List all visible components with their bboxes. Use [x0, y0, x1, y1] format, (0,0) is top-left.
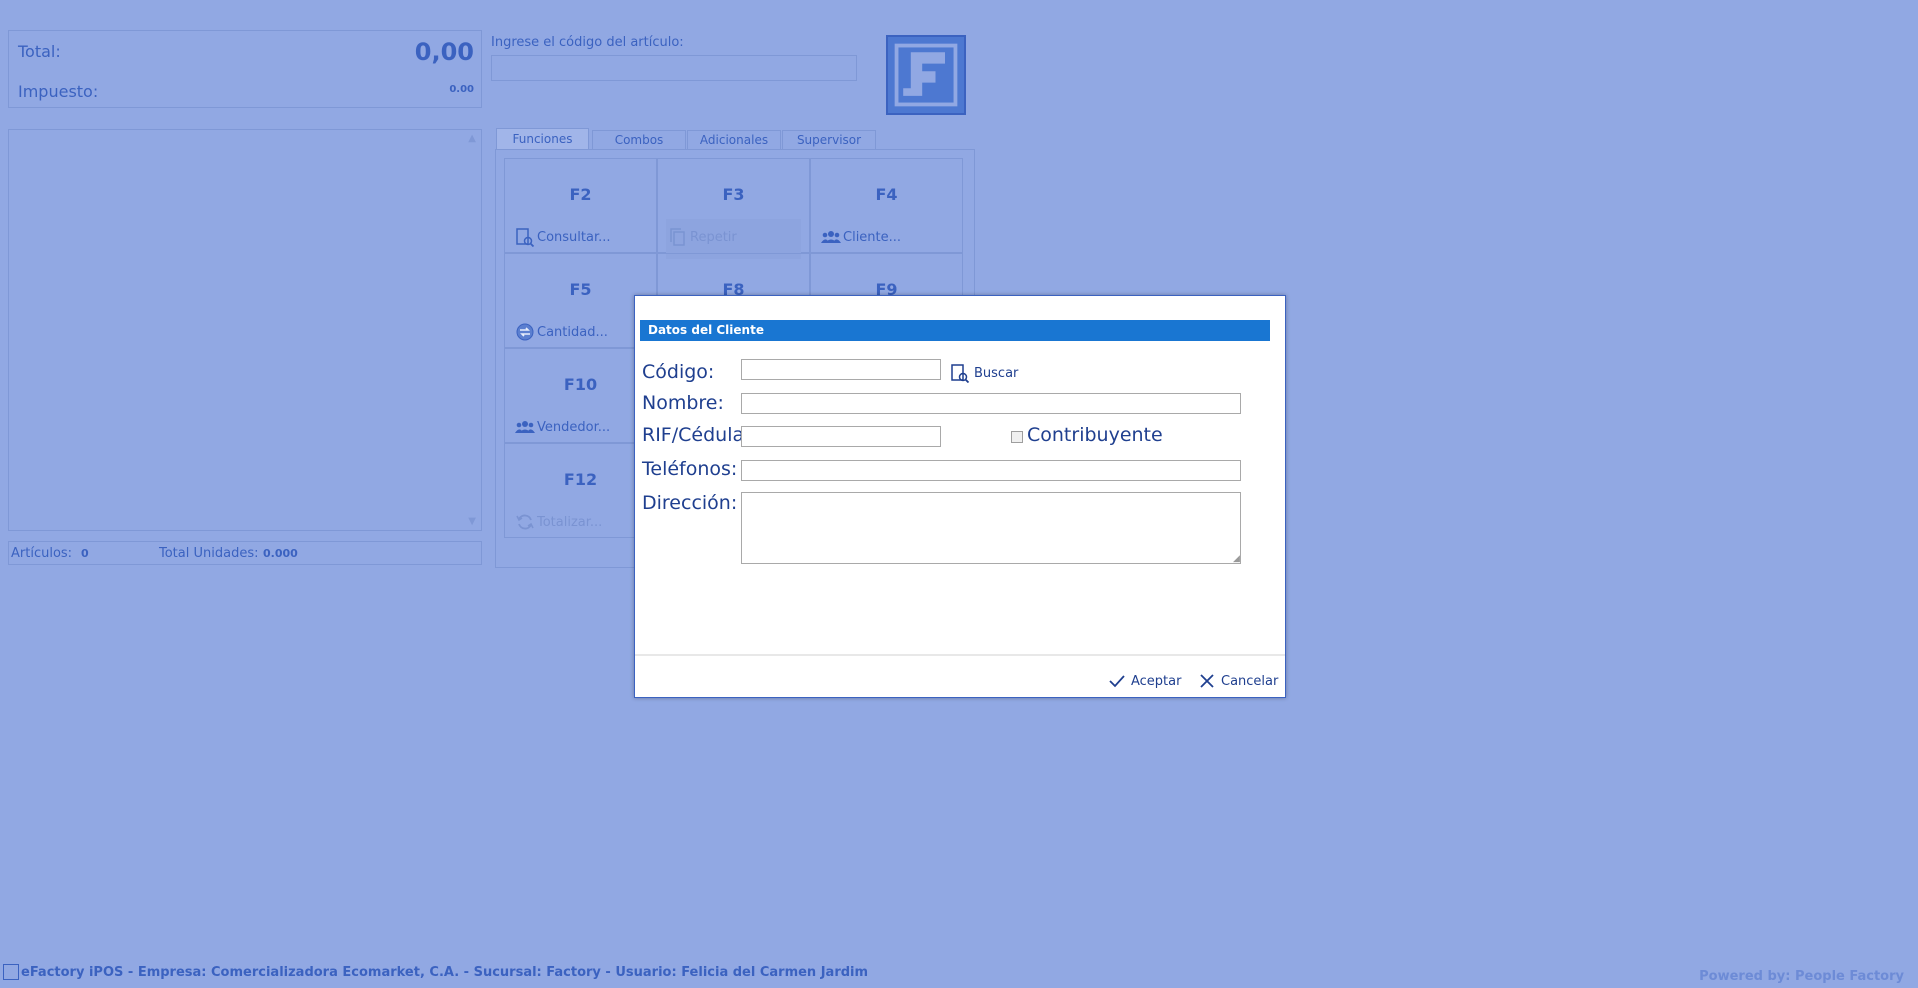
direccion-textarea[interactable] [741, 492, 1241, 564]
function-label: Vendedor... [537, 419, 611, 435]
telefonos-field[interactable] [741, 460, 1241, 481]
powered-by: Powered by: People Factory [1699, 969, 1904, 984]
accept-button[interactable]: Aceptar [1109, 673, 1181, 689]
article-code-input[interactable] [491, 55, 857, 81]
tab-adicionales[interactable]: Adicionales [687, 130, 781, 149]
codigo-label: Código: [642, 361, 715, 383]
function-label: Totalizar... [537, 514, 603, 530]
close-icon [1200, 674, 1214, 688]
contribuyente-checkbox[interactable] [1011, 431, 1023, 443]
function-action[interactable]: Consultar... [515, 227, 611, 247]
function-action[interactable]: Cantidad... [515, 322, 608, 342]
quantity-icon [516, 323, 534, 341]
company-logo [886, 35, 966, 115]
scroll-up-icon[interactable]: ▲ [468, 133, 476, 144]
tab-supervisor[interactable]: Supervisor [782, 130, 876, 149]
counts-bar: Artículos: 0 Total Unidades: 0.000 [8, 541, 482, 565]
copy-icon [670, 228, 685, 246]
scroll-down-icon[interactable]: ▼ [468, 516, 476, 527]
total-label: Total: [18, 42, 61, 61]
function-label: Consultar... [537, 229, 611, 245]
cancel-label: Cancelar [1221, 673, 1279, 689]
refresh-icon [516, 514, 534, 530]
tab-funciones[interactable]: Funciones [496, 128, 589, 149]
direccion-label: Dirección: [642, 492, 738, 514]
cancel-button[interactable]: Cancelar [1199, 673, 1278, 689]
function-action[interactable]: Totalizar... [515, 512, 602, 532]
search-button[interactable]: Buscar [950, 363, 1018, 383]
articles-value: 0 [81, 547, 89, 560]
rif-label: RIF/Cédula: [642, 424, 742, 446]
tax-value: 0.00 [449, 84, 474, 95]
function-label: Cantidad... [537, 324, 608, 340]
status-bar: eFactory iPOS - Empresa: Comercializador… [3, 964, 868, 980]
function-key: F2 [569, 185, 592, 204]
function-action[interactable]: Vendedor... [515, 417, 610, 437]
function-f2[interactable]: F2 Consultar... [504, 158, 657, 253]
logo-icon [894, 43, 958, 107]
function-f3[interactable]: F3 Repetir [657, 158, 810, 259]
users-icon [821, 231, 841, 243]
tax-label: Impuesto: [18, 82, 99, 101]
check-icon [1109, 675, 1125, 688]
article-code-label: Ingrese el código del artículo: [491, 35, 684, 50]
codigo-field[interactable] [741, 359, 941, 380]
function-label: Cliente... [843, 229, 902, 245]
telefonos-label: Teléfonos: [642, 458, 738, 480]
function-f4[interactable]: F4 Cliente... [810, 158, 963, 253]
function-action[interactable]: Repetir [668, 227, 737, 247]
units-value: 0.000 [263, 547, 298, 560]
items-list[interactable]: ▲ ▼ [8, 129, 482, 531]
nombre-field[interactable] [741, 393, 1241, 414]
tab-combos[interactable]: Combos [592, 130, 686, 149]
contribuyente-label: Contribuyente [1027, 424, 1163, 446]
search-button-label: Buscar [974, 365, 1019, 381]
search-doc-icon [951, 364, 970, 383]
dialog-footer-divider [635, 654, 1285, 656]
status-text: eFactory iPOS - Empresa: Comercializador… [21, 964, 869, 980]
client-data-dialog: Datos del Cliente Código: Buscar Nombre:… [634, 295, 1286, 698]
function-action[interactable]: Cliente... [821, 227, 901, 247]
total-value: 0,00 [414, 38, 474, 66]
search-doc-icon [516, 228, 535, 247]
users-icon [515, 421, 535, 433]
dialog-title: Datos del Cliente [640, 320, 1270, 341]
rif-field[interactable] [741, 426, 941, 447]
totals-panel: Total: 0,00 Impuesto: 0.00 [8, 30, 482, 108]
function-key: F3 [722, 185, 745, 204]
app-logo-icon [3, 964, 19, 980]
articles-label: Artículos: [11, 546, 73, 561]
nombre-label: Nombre: [642, 392, 724, 414]
accept-label: Aceptar [1131, 673, 1182, 689]
function-key: F4 [875, 185, 898, 204]
function-label: Repetir [690, 229, 737, 245]
units-label: Total Unidades: [159, 546, 259, 561]
